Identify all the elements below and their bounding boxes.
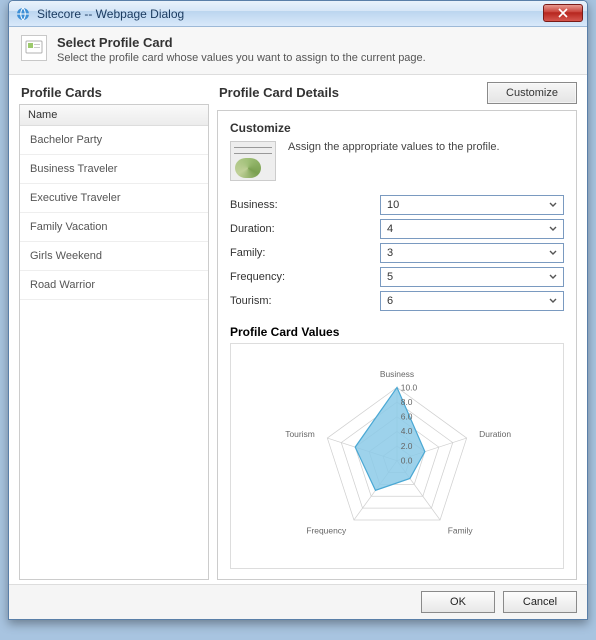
right-pane: Profile Card Details Customize Customize…	[217, 81, 577, 580]
content-area: Profile Cards Name Bachelor PartyBusines…	[9, 75, 587, 584]
svg-text:10.0: 10.0	[401, 382, 418, 392]
profile-card-item[interactable]: Road Warrior	[20, 271, 208, 300]
profile-card-item[interactable]: Executive Traveler	[20, 184, 208, 213]
field-select[interactable]: 5	[380, 267, 564, 287]
svg-text:Tourism: Tourism	[285, 429, 315, 439]
chevron-down-icon	[545, 269, 561, 285]
field-label: Business:	[230, 199, 380, 211]
svg-text:8.0: 8.0	[401, 397, 413, 407]
details-box: Customize Assign the appropriate values …	[217, 110, 577, 580]
svg-text:2.0: 2.0	[401, 441, 413, 451]
field-value: 5	[387, 271, 393, 283]
profile-field-row: Frequency: 5	[230, 267, 564, 287]
field-label: Family:	[230, 247, 380, 259]
svg-text:Duration: Duration	[479, 429, 511, 439]
details-title: Profile Card Details	[217, 81, 341, 104]
svg-text:Frequency: Frequency	[306, 525, 347, 535]
profile-card-item[interactable]: Business Traveler	[20, 155, 208, 184]
chevron-down-icon	[545, 197, 561, 213]
profile-card-item[interactable]: Bachelor Party	[20, 126, 208, 155]
profile-card-item[interactable]: Girls Weekend	[20, 242, 208, 271]
profile-field-row: Duration: 4	[230, 219, 564, 239]
left-pane: Profile Cards Name Bachelor PartyBusines…	[19, 81, 209, 580]
svg-text:6.0: 6.0	[401, 412, 413, 422]
profile-field-row: Business: 10	[230, 195, 564, 215]
dialog-window: Sitecore -- Webpage Dialog Select Profil…	[8, 0, 588, 620]
header-subtitle: Select the profile card whose values you…	[57, 52, 426, 64]
field-select[interactable]: 3	[380, 243, 564, 263]
profile-card-item[interactable]: Family Vacation	[20, 213, 208, 242]
radar-chart: 0.0 2.0 4.0 6.0 8.0 10.0 Business Duration Famil…	[230, 343, 564, 569]
field-label: Frequency:	[230, 271, 380, 283]
profile-cards-title: Profile Cards	[19, 81, 209, 104]
field-value: 10	[387, 199, 399, 211]
field-label: Duration:	[230, 223, 380, 235]
chevron-down-icon	[545, 293, 561, 309]
svg-text:Family: Family	[448, 525, 474, 535]
svg-text:0.0: 0.0	[401, 456, 413, 466]
svg-text:Business: Business	[380, 369, 414, 379]
field-value: 6	[387, 295, 393, 307]
field-value: 4	[387, 223, 393, 235]
field-select[interactable]: 4	[380, 219, 564, 239]
field-value: 3	[387, 247, 393, 259]
profile-field-row: Tourism: 6	[230, 291, 564, 311]
profile-field-row: Family: 3	[230, 243, 564, 263]
dialog-header: Select Profile Card Select the profile c…	[9, 27, 587, 75]
profile-cards-list: Name Bachelor PartyBusiness TravelerExec…	[19, 104, 209, 580]
name-column-header: Name	[20, 105, 208, 126]
profile-thumbnail	[230, 141, 276, 181]
chevron-down-icon	[545, 245, 561, 261]
customize-section-title: Customize	[230, 121, 564, 135]
dialog-footer: OK Cancel	[9, 584, 587, 619]
profile-card-icon	[21, 35, 47, 61]
svg-text:4.0: 4.0	[401, 426, 413, 436]
titlebar[interactable]: Sitecore -- Webpage Dialog	[9, 1, 587, 27]
customize-desc: Assign the appropriate values to the pro…	[288, 141, 500, 153]
window-title: Sitecore -- Webpage Dialog	[37, 7, 184, 21]
field-select[interactable]: 10	[380, 195, 564, 215]
header-title: Select Profile Card	[57, 35, 426, 50]
close-button[interactable]	[543, 4, 583, 22]
field-label: Tourism:	[230, 295, 380, 307]
customize-button[interactable]: Customize	[487, 82, 577, 104]
field-select[interactable]: 6	[380, 291, 564, 311]
cancel-button[interactable]: Cancel	[503, 591, 577, 613]
values-section-title: Profile Card Values	[230, 325, 564, 339]
ok-button[interactable]: OK	[421, 591, 495, 613]
chevron-down-icon	[545, 221, 561, 237]
ie-icon	[15, 6, 31, 22]
close-icon	[558, 8, 568, 18]
